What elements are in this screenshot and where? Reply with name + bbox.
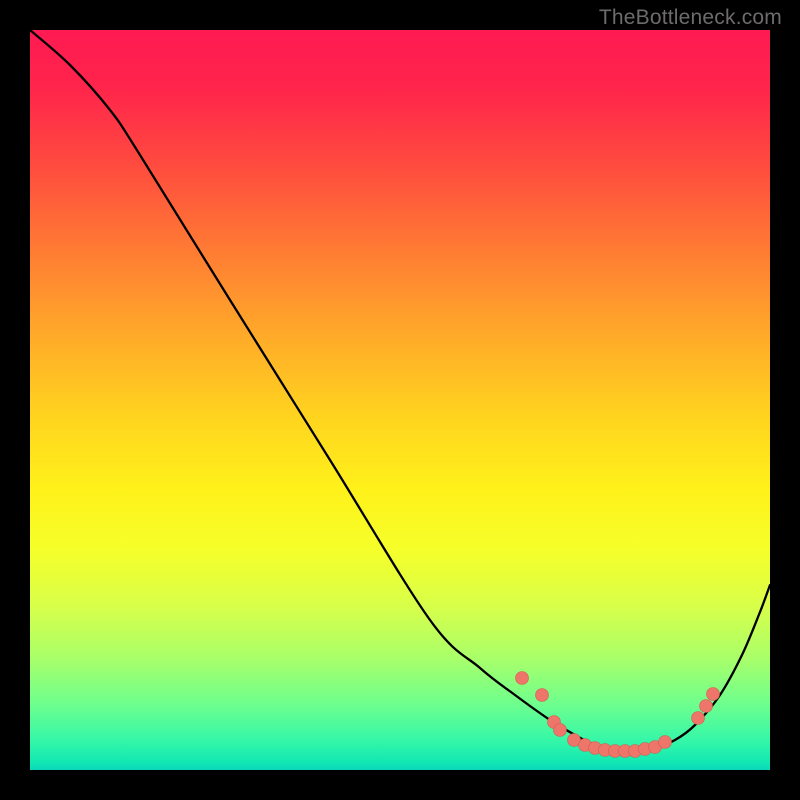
- data-point-dot: [707, 688, 720, 701]
- curve-dots: [516, 672, 720, 758]
- chart-container: TheBottleneck.com: [0, 0, 800, 800]
- data-point-dot: [692, 712, 705, 725]
- data-point-dot: [700, 700, 713, 713]
- data-point-dot: [659, 736, 672, 749]
- data-point-dot: [516, 672, 529, 685]
- chart-svg: [30, 30, 770, 770]
- bottleneck-curve: [30, 30, 770, 751]
- data-point-dot: [554, 724, 567, 737]
- data-point-dot: [536, 689, 549, 702]
- plot-area: [30, 30, 770, 770]
- attribution-text: TheBottleneck.com: [599, 6, 782, 30]
